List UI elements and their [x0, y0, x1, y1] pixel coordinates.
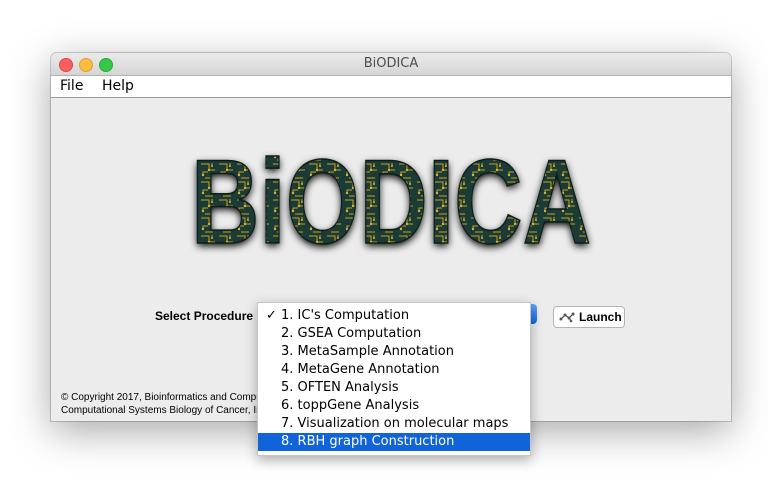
logo-text: BiODICA — [191, 143, 591, 261]
zoom-window-button[interactable] — [99, 58, 113, 72]
menu-help[interactable]: Help — [102, 76, 134, 97]
copyright-line-2: Computational Systems Biology of Cancer,… — [61, 405, 267, 416]
select-procedure-label: Select Procedure — [155, 309, 254, 323]
logo-image: BiODICA BiODICA — [190, 134, 592, 272]
procedure-option-1[interactable]: ✓ 1. IC's Computation — [258, 307, 530, 325]
menu-file[interactable]: File — [60, 76, 83, 97]
procedure-option-8[interactable]: 8. RBH graph Construction — [258, 433, 530, 451]
biodica-logo: BiODICA BiODICA — [181, 134, 601, 272]
checkmark-icon: ✓ — [266, 308, 277, 323]
close-window-button[interactable] — [59, 58, 73, 72]
title-bar[interactable]: BiODICA — [51, 53, 731, 76]
minimize-window-button[interactable] — [79, 58, 93, 72]
procedure-option-7[interactable]: 7. Visualization on molecular maps — [258, 415, 530, 433]
launch-label: Launch — [579, 310, 622, 324]
procedure-option-2[interactable]: 2. GSEA Computation — [258, 325, 530, 343]
procedure-option-3[interactable]: 3. MetaSample Annotation — [258, 343, 530, 361]
copyright-text: © Copyright 2017, Bioinformatics and Com… — [61, 391, 267, 417]
procedure-option-4[interactable]: 4. MetaGene Annotation — [258, 361, 530, 379]
procedure-option-5[interactable]: 5. OFTEN Analysis — [258, 379, 530, 397]
window-title: BiODICA — [363, 56, 419, 71]
launch-button[interactable]: Launch — [553, 306, 625, 328]
menu-bar: File Help — [51, 76, 731, 98]
procedure-dropdown-menu[interactable]: ✓ 1. IC's Computation 2. GSEA Computatio… — [257, 302, 531, 456]
copyright-line-1: © Copyright 2017, Bioinformatics and Com… — [61, 392, 262, 403]
procedure-option-6[interactable]: 6. toppGene Analysis — [258, 397, 530, 415]
molecule-icon — [559, 312, 575, 323]
